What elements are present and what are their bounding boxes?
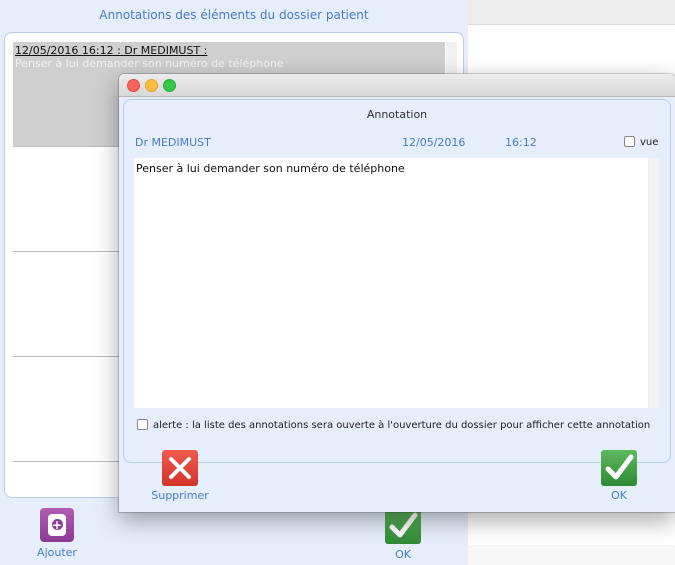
zoom-window-icon[interactable] [163, 79, 176, 92]
minimize-window-icon[interactable] [145, 79, 158, 92]
list-item-header: 12/05/2016 16:12 : Dr MEDIMUST : [15, 44, 208, 57]
annotation-text-area[interactable]: Penser à lui demander son numéro de télé… [134, 158, 648, 408]
background-ok-button[interactable]: OK [380, 508, 426, 561]
dialog-titlebar[interactable] [119, 74, 675, 97]
check-icon [601, 450, 637, 486]
close-window-icon[interactable] [127, 79, 140, 92]
date-label: 12/05/2016 [402, 136, 466, 149]
vue-checkbox-row[interactable]: vue [624, 136, 658, 148]
alerte-checkbox[interactable] [137, 419, 148, 430]
supprimer-label: Supprimer [151, 489, 209, 502]
annotation-form: Annotation Dr MEDIMUST 12/05/2016 16:12 … [123, 99, 671, 463]
annotations-window-title: Annotations des éléments du dossier pati… [99, 8, 369, 22]
alerte-label: alerte : la liste des annotations sera o… [153, 420, 651, 431]
author-label: Dr MEDIMUST [135, 136, 211, 149]
dialog-title: Annotation [366, 108, 428, 121]
check-icon [385, 508, 421, 544]
background-ok-label: OK [395, 548, 411, 561]
ajouter-label: Ajouter [37, 546, 77, 559]
time-label: 16:12 [505, 136, 537, 149]
vue-checkbox[interactable] [624, 136, 635, 147]
delete-x-icon [162, 450, 198, 486]
supprimer-button[interactable]: Supprimer [147, 450, 213, 502]
alerte-checkbox-row[interactable]: alerte : la liste des annotations sera o… [137, 419, 650, 431]
secondary-toolbar [468, 0, 675, 25]
ajouter-button[interactable]: + Ajouter [34, 508, 80, 559]
annotation-dialog: Annotation Dr MEDIMUST 12/05/2016 16:12 … [119, 74, 675, 512]
dialog-ok-label: OK [611, 489, 627, 502]
add-annotation-icon: + [40, 508, 74, 542]
vue-label: vue [640, 137, 659, 148]
text-area-scrollbar[interactable] [649, 158, 659, 408]
list-item-body: Penser à lui demander son numéro de télé… [15, 57, 284, 70]
dialog-ok-button[interactable]: OK [597, 450, 641, 502]
